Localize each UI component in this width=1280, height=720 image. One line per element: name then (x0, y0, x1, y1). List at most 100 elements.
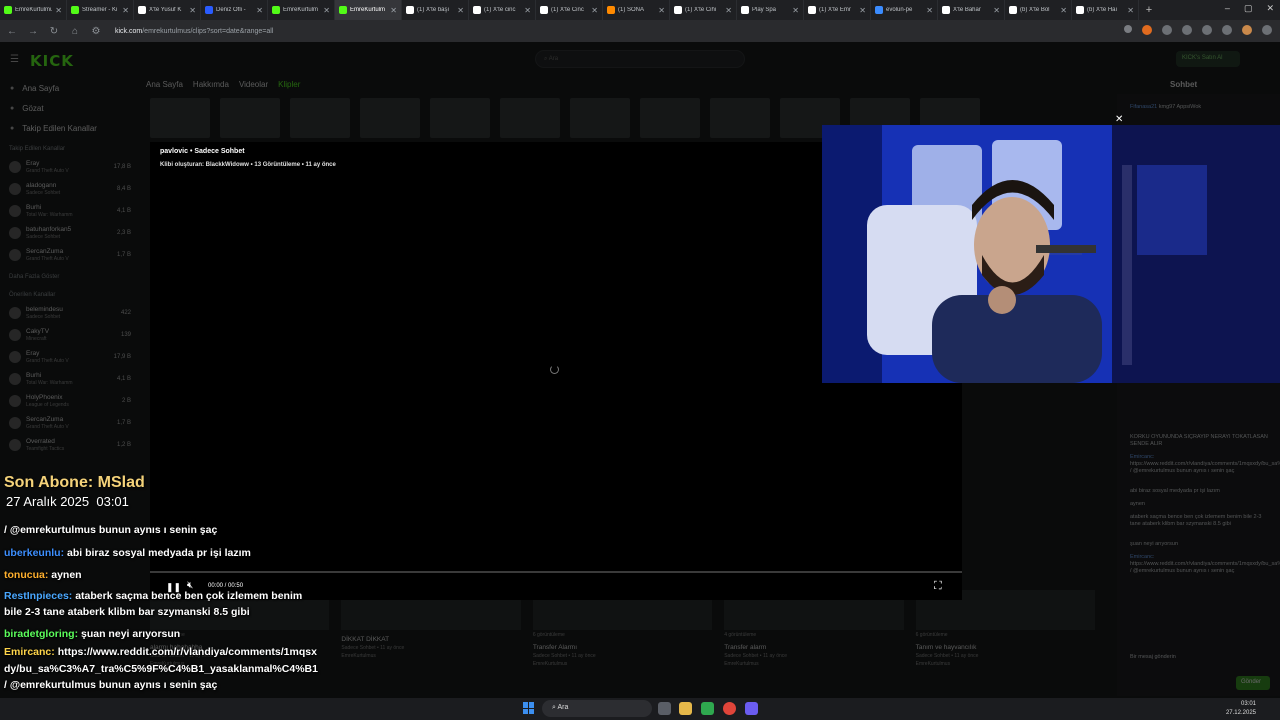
back-icon[interactable]: ← (6, 26, 18, 37)
fullscreen-icon[interactable]: ⛶ (934, 580, 942, 593)
browser-tab[interactable]: (1) X'te başı ✕ (402, 0, 469, 20)
close-icon[interactable]: ✕ (1115, 114, 1123, 125)
minimize-icon[interactable]: – (1225, 3, 1230, 14)
close-window-icon[interactable]: ✕ (1266, 3, 1274, 14)
show-more-link[interactable]: Daha Fazla Göster (0, 266, 140, 284)
browser-tab[interactable]: (1) X'te Cinc ✕ (536, 0, 603, 20)
extension-icon[interactable] (1182, 25, 1192, 35)
channel-list-item[interactable]: Eray Grand Theft Auto V 17,8 B (0, 156, 140, 178)
chat-input[interactable]: Bir mesaj gönderin (1130, 654, 1270, 661)
chat-username[interactable]: kmg97 (1159, 104, 1176, 110)
avatar[interactable] (1242, 25, 1252, 35)
tab-close-icon[interactable]: ✕ (1127, 6, 1134, 15)
clip-thumbnail[interactable] (290, 98, 350, 138)
browser-tab[interactable]: Streamer - Ki ✕ (67, 0, 134, 20)
channel-list-item[interactable]: HolyPhoenix League of Legends 2 B (0, 390, 140, 412)
clip-thumbnail[interactable] (360, 98, 420, 138)
search-input[interactable]: ⌕ Ara (535, 50, 745, 68)
clip-thumbnail[interactable] (710, 98, 770, 138)
browser-tab[interactable]: evolun-pe ✕ (871, 0, 938, 20)
tab-close-icon[interactable]: ✕ (1060, 6, 1067, 15)
tab-close-icon[interactable]: ✕ (792, 6, 799, 15)
extension-icon[interactable] (1202, 25, 1212, 35)
extension-icon[interactable] (1142, 25, 1152, 35)
browser-tab[interactable]: EmreKurtulmus ✕ (0, 0, 67, 20)
clip-card[interactable]: 6 görüntüleme Tanım ve hayvancılık Sadece … (915, 590, 1096, 680)
buy-kicks-button[interactable]: KICK's Satın Al (1176, 51, 1240, 67)
forward-icon[interactable]: → (27, 26, 39, 37)
taskbar-search[interactable]: ⌕ Ara (542, 700, 652, 717)
tab-close-icon[interactable]: ✕ (524, 6, 531, 15)
progress-bar[interactable] (150, 571, 962, 573)
task-view-icon[interactable] (658, 702, 671, 715)
menu-icon[interactable] (1262, 25, 1272, 35)
clip-thumbnail[interactable] (220, 98, 280, 138)
tab-close-icon[interactable]: ✕ (859, 6, 866, 15)
tab-close-icon[interactable]: ✕ (323, 6, 330, 15)
channel-list-item[interactable]: SercanZuma Grand Theft Auto V 1,7 B (0, 244, 140, 266)
browser-tab[interactable]: Deniz Ofli - ✕ (201, 0, 268, 20)
clip-thumbnail[interactable] (570, 98, 630, 138)
tab-close-icon[interactable]: ✕ (55, 6, 62, 15)
clip-card[interactable]: DİKKAT DİKKAT Sadece Sohbet • 11 ay önce E… (341, 590, 521, 680)
kick-logo[interactable]: KICK (30, 52, 74, 70)
browser-tab[interactable]: EmreKurtulm ✕ (335, 0, 402, 20)
browser-tab[interactable]: (b) X'te Bol ✕ (1005, 0, 1072, 20)
chat-username[interactable]: Emircanc: (1130, 454, 1154, 460)
chrome-icon[interactable] (723, 702, 736, 715)
new-tab-icon[interactable]: + (1139, 4, 1159, 16)
channel-tab[interactable]: Klipler (278, 80, 300, 89)
send-button[interactable]: Gönder (1236, 676, 1270, 690)
sidebar-nav-item[interactable]: ● Ana Sayfa (0, 78, 140, 98)
chat-username[interactable]: AppsiWok (1177, 104, 1202, 110)
browser-tab[interactable]: (1) X'te Emr ✕ (804, 0, 871, 20)
app-icon[interactable] (701, 702, 714, 715)
channel-list-item[interactable]: Eray Grand Theft Auto V 17,9 B (0, 346, 140, 368)
clip-thumbnail[interactable] (640, 98, 700, 138)
channel-list-item[interactable]: belemindesu Sadece Sohbet 422 (0, 302, 140, 324)
channel-list-item[interactable]: batuhanforkan5 Sadece Sohbet 2,3 B (0, 222, 140, 244)
tab-close-icon[interactable]: ✕ (926, 6, 933, 15)
taskbar-clock[interactable]: 03:01 27.12.2025 (1226, 700, 1256, 718)
tab-close-icon[interactable]: ✕ (658, 6, 665, 15)
channel-list-item[interactable]: SercanZuma Grand Theft Auto V 1,7 B (0, 412, 140, 434)
tab-close-icon[interactable]: ✕ (457, 6, 464, 15)
site-info-icon[interactable]: ⚙ (90, 26, 102, 37)
clip-thumbnail[interactable] (500, 98, 560, 138)
channel-list-item[interactable]: Burhi Total War: Warhamm 4,1 B (0, 368, 140, 390)
tab-close-icon[interactable]: ✕ (591, 6, 598, 15)
chat-username[interactable]: Emircanc: (1130, 554, 1154, 560)
extension-icon[interactable] (1162, 25, 1172, 35)
clip-thumbnail[interactable] (430, 98, 490, 138)
browser-tab[interactable]: (1) X'te Cihi ✕ (670, 0, 737, 20)
chat-username[interactable]: Fifanasa21 (1130, 104, 1157, 110)
clip-thumbnail[interactable] (150, 98, 210, 138)
channel-tab[interactable]: Videolar (239, 80, 268, 89)
browser-tab[interactable]: (1) SONA ✕ (603, 0, 670, 20)
discord-icon[interactable] (745, 702, 758, 715)
tab-close-icon[interactable]: ✕ (189, 6, 196, 15)
channel-list-item[interactable]: Overrated Teamfight Tactics 1,2 B (0, 434, 140, 456)
tab-close-icon[interactable]: ✕ (725, 6, 732, 15)
channel-tab[interactable]: Hakkımda (193, 80, 229, 89)
clip-card[interactable]: 4 görüntüleme Transfer alarm Sadece Sohbet… (724, 590, 904, 680)
browser-tab[interactable]: (1) X'te cinc ✕ (469, 0, 536, 20)
channel-list-item[interactable]: CakyTV Minecraft 139 (0, 324, 140, 346)
sidebar-nav-item[interactable]: ● Takip Edilen Kanallar (0, 118, 140, 138)
channel-tab[interactable]: Ana Sayfa (146, 80, 183, 89)
reload-icon[interactable]: ↻ (48, 26, 60, 37)
tab-close-icon[interactable]: ✕ (122, 6, 129, 15)
hamburger-menu-icon[interactable]: ☰ (10, 54, 19, 65)
browser-tab[interactable]: X'te Bahar ✕ (938, 0, 1005, 20)
extension-icon[interactable] (1222, 25, 1232, 35)
tab-close-icon[interactable]: ✕ (390, 6, 397, 15)
sidebar-nav-item[interactable]: ● Gözat (0, 98, 140, 118)
home-icon[interactable]: ⌂ (69, 26, 81, 37)
tab-close-icon[interactable]: ✕ (993, 6, 1000, 15)
bookmark-star-icon[interactable] (1124, 25, 1132, 33)
channel-list-item[interactable]: Burhi Total War: Warhamm 4,1 B (0, 200, 140, 222)
tab-close-icon[interactable]: ✕ (256, 6, 263, 15)
channel-list-item[interactable]: aladogann Sadece Sohbet 8,4 B (0, 178, 140, 200)
file-explorer-icon[interactable] (679, 702, 692, 715)
windows-start-icon[interactable] (523, 702, 535, 714)
